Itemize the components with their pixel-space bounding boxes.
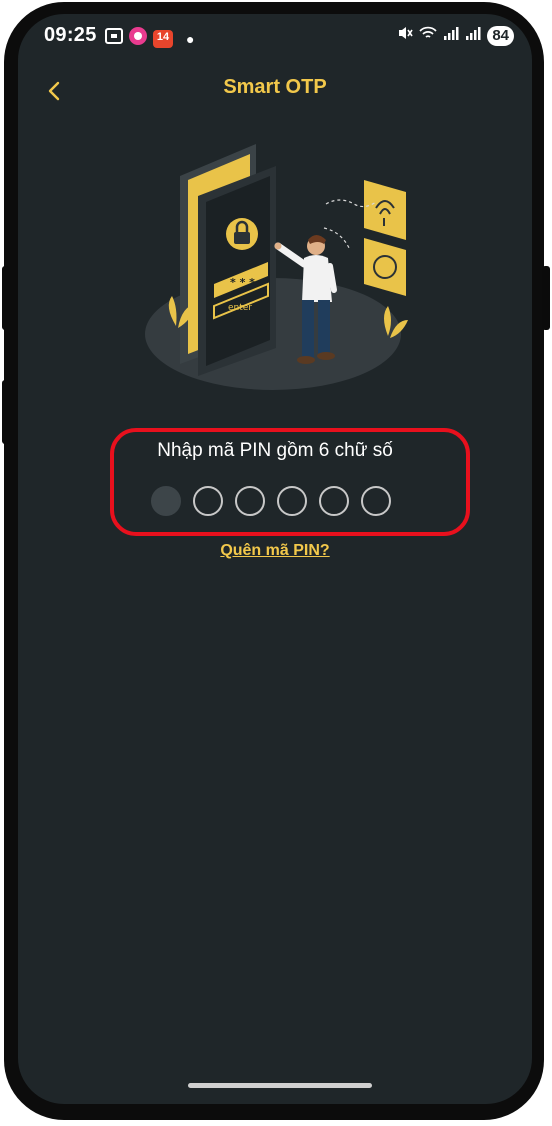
mute-icon <box>397 25 413 46</box>
header: Smart OTP <box>18 72 532 112</box>
pin-digit-1[interactable] <box>151 486 181 516</box>
screenshot-icon <box>104 27 124 50</box>
side-button <box>542 266 550 330</box>
pin-digit-3[interactable] <box>235 486 265 516</box>
status-bar: 09:25 14 ● 84 <box>18 14 532 58</box>
illustration-code-text: * * * <box>230 276 255 289</box>
app-notification-icon <box>128 26 148 51</box>
pin-entry-label: Nhập mã PIN gồm 6 chữ số <box>157 440 393 461</box>
battery-icon: 84 <box>487 25 514 46</box>
pin-digit-5[interactable] <box>319 486 349 516</box>
status-icons-right: 84 <box>397 25 514 46</box>
illustration-enter-text: enter <box>228 303 252 313</box>
volume-button <box>2 266 10 330</box>
calendar-badge-count: 14 <box>156 30 170 43</box>
pin-digit-2[interactable] <box>193 486 223 516</box>
signal-icon <box>443 25 459 46</box>
status-time: 09:25 <box>44 24 97 46</box>
pin-digit-4[interactable] <box>277 486 307 516</box>
pin-digit-6[interactable] <box>361 486 391 516</box>
pin-input[interactable] <box>151 486 391 516</box>
wifi-icon <box>419 25 437 46</box>
calendar-badge-icon: 14 <box>152 29 174 49</box>
smart-otp-illustration: * * * enter <box>138 136 418 396</box>
signal-icon <box>465 25 481 46</box>
status-icons-left: 14 ● <box>104 26 194 51</box>
forgot-pin-link[interactable]: Quên mã PIN? <box>18 542 532 560</box>
page-title: Smart OTP <box>223 76 327 98</box>
home-indicator[interactable] <box>188 1083 372 1088</box>
dot-icon: ● <box>186 30 195 47</box>
app-screen: 09:25 14 ● 84 Smart OTP * * * enter Nhập… <box>18 14 532 1104</box>
power-button <box>2 380 10 444</box>
